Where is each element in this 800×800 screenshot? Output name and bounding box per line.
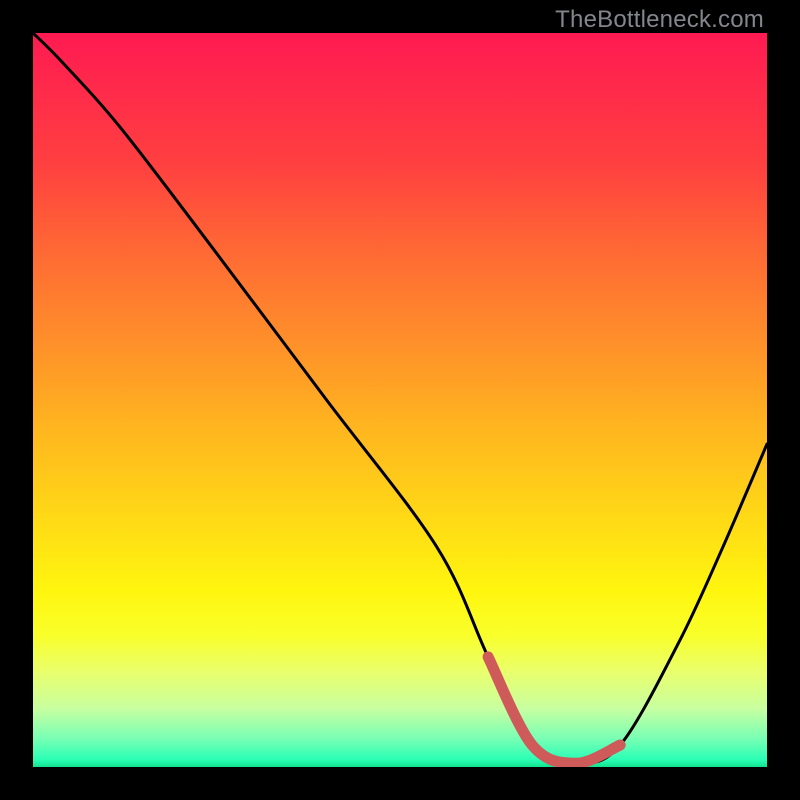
- bottleneck-curve: [33, 33, 767, 767]
- curve-line: [33, 33, 767, 763]
- plot-area: [33, 33, 767, 767]
- chart-frame: TheBottleneck.com: [0, 0, 800, 800]
- watermark-text: TheBottleneck.com: [555, 6, 764, 34]
- optimal-range-highlight: [488, 657, 620, 763]
